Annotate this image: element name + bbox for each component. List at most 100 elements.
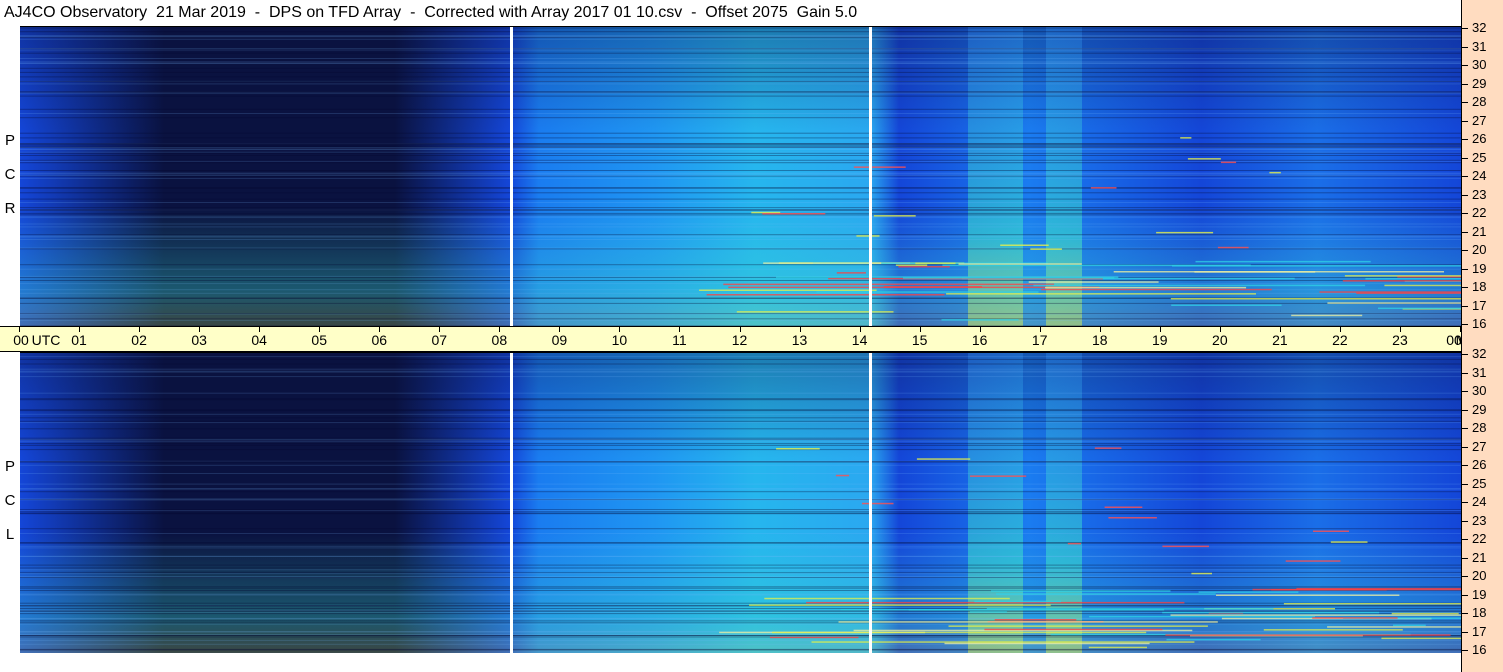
interference-streak (836, 272, 866, 274)
striation-line (20, 572, 1461, 574)
interference-streak (941, 319, 1019, 321)
striation-line (20, 175, 1461, 176)
freq-tick-mark (1462, 120, 1468, 122)
striation-line (20, 356, 1461, 358)
interference-streak (1166, 638, 1261, 641)
striation-line (20, 441, 1461, 443)
striation-line (20, 248, 1461, 250)
freq-tick-mark (1462, 305, 1468, 307)
striation-line (20, 234, 1461, 236)
interference-streak (1067, 542, 1081, 545)
freq-tick-label: 23 (1472, 512, 1487, 528)
striation-line (20, 564, 1461, 566)
freq-tick-label: 17 (1472, 623, 1487, 639)
freq-tick-mark (1462, 250, 1468, 251)
interference-streak (862, 502, 894, 505)
freq-tick-label: 21 (1472, 549, 1487, 565)
interference-streak (991, 590, 1171, 592)
spectrogram-striations (20, 27, 1461, 326)
striation-line (20, 587, 1461, 589)
pol-letter: P (4, 458, 15, 475)
striation-line (20, 217, 1461, 219)
striation-line (20, 159, 1461, 161)
interference-streak (1108, 517, 1157, 519)
freq-tick-mark (1462, 268, 1468, 270)
interference-streak (1263, 629, 1403, 631)
striation-line (20, 137, 1461, 139)
striation-line (20, 36, 1461, 38)
interference-streak (1162, 611, 1380, 614)
time-tick-label: 13 (791, 332, 808, 348)
striation-line (20, 92, 1461, 94)
interference-streak (1365, 278, 1461, 280)
interference-streak (1344, 275, 1461, 277)
freq-tick-label: 27 (1472, 112, 1487, 128)
striation-line (20, 198, 1461, 200)
pol-letter: R (4, 200, 16, 217)
striation-line (20, 392, 1461, 394)
interference-streak (1198, 591, 1299, 593)
freq-tick-mark (1462, 213, 1468, 214)
freq-tick-mark (1462, 65, 1468, 66)
freq-tick-mark (1462, 613, 1468, 614)
interference-streak (984, 628, 1163, 631)
interference-streak (1104, 506, 1143, 508)
freq-tick-mark (1462, 372, 1468, 374)
freq-tick-label: 25 (1472, 149, 1487, 165)
striation-line (20, 207, 1461, 209)
data-gap (869, 27, 872, 326)
time-tick-label: 11 (672, 332, 687, 348)
striation-line (20, 313, 1461, 315)
left-axis-lcp: P C L (0, 352, 20, 652)
time-tick-label: 12 (731, 332, 748, 348)
striation-line (20, 152, 1461, 154)
interference-streak (838, 621, 1218, 623)
interference-streak (1391, 612, 1459, 615)
freq-tick-label: 30 (1472, 383, 1487, 398)
freq-tick-mark (1462, 465, 1468, 466)
interference-streak (1327, 626, 1461, 628)
striation-line (20, 236, 1461, 238)
freq-tick-label: 22 (1472, 531, 1487, 546)
striation-line (20, 170, 1461, 171)
striation-line (20, 162, 1461, 164)
interference-streak (1171, 304, 1282, 306)
striation-line (20, 605, 1461, 607)
striation-line (20, 422, 1461, 424)
interference-streak (916, 458, 971, 460)
striation-line (20, 49, 1461, 51)
spectrogram-rcp (20, 26, 1461, 326)
striation-line (20, 590, 1461, 591)
interference-streak (776, 448, 820, 450)
freq-tick-label: 32 (1472, 20, 1487, 35)
interference-streak (1393, 624, 1426, 627)
striation-line (20, 145, 1461, 147)
striation-line (20, 473, 1461, 474)
time-tick-label: 17 (1031, 332, 1048, 348)
interference-streak (1285, 560, 1341, 562)
striation-line (20, 409, 1461, 411)
freq-tick-label: 24 (1472, 494, 1487, 509)
striation-line (20, 117, 1461, 119)
interference-streak (706, 294, 945, 296)
striation-line (20, 593, 1461, 595)
striation-line (20, 488, 1461, 490)
interference-streak (1165, 634, 1451, 636)
striation-line (20, 76, 1461, 78)
interference-streak (772, 631, 1147, 634)
interference-streak (728, 286, 1100, 289)
striation-line (20, 622, 1461, 624)
freq-tick-label: 16 (1472, 642, 1487, 657)
interference-streak (994, 619, 1077, 621)
striation-line (20, 437, 1461, 439)
interference-streak (1312, 617, 1398, 619)
striation-line (20, 398, 1461, 400)
pol-letter: L (5, 526, 15, 543)
striation-line (20, 192, 1461, 194)
freq-tick-mark (1462, 409, 1468, 411)
striation-line (20, 187, 1461, 189)
left-axis-rcp: P C R (0, 26, 20, 326)
striation-line (20, 483, 1461, 485)
striation-line (20, 643, 1461, 645)
striation-line (20, 439, 1461, 441)
